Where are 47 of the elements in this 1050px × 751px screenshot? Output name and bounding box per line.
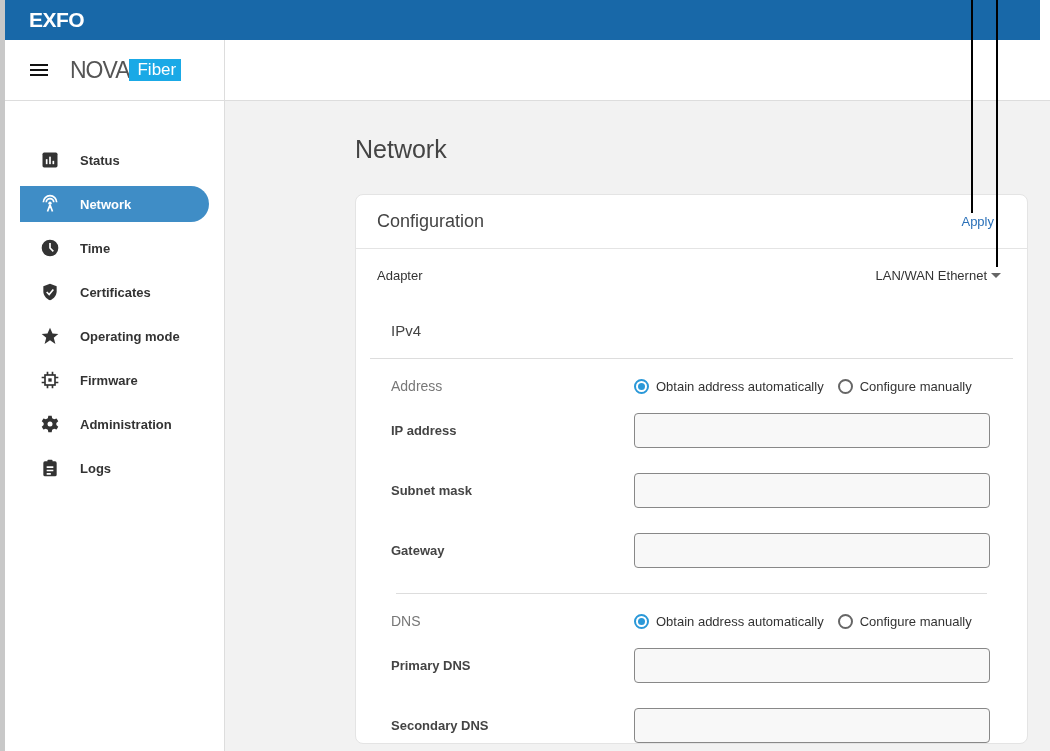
clock-icon (40, 238, 60, 258)
radio-button[interactable] (837, 378, 853, 394)
adapter-dropdown[interactable]: LAN/WAN Ethernet (875, 268, 1001, 283)
input-field[interactable] (634, 708, 990, 743)
settings-icon (40, 414, 60, 434)
chip-icon (40, 370, 60, 390)
apply-link[interactable]: Apply (961, 214, 994, 229)
caret-icon (991, 273, 1001, 278)
radio-option[interactable]: Configure manually (837, 378, 972, 394)
nav-item[interactable]: Administration (20, 406, 209, 442)
nav-item[interactable]: Certificates (20, 274, 209, 310)
antenna-icon (40, 194, 60, 214)
group-label: Address (391, 378, 444, 394)
page-title: Network (355, 134, 448, 165)
group-label: DNS (391, 613, 422, 629)
logo-badge: Fiber (129, 59, 182, 81)
adapter-label: Adapter (377, 268, 423, 283)
nav-item[interactable]: Time (20, 230, 209, 266)
nav-item[interactable]: Network (20, 186, 209, 222)
radio-option[interactable]: Configure manually (837, 613, 972, 629)
menu-icon[interactable] (30, 63, 48, 77)
nav-item[interactable]: Firmware (20, 362, 209, 398)
star-icon (40, 326, 60, 346)
nav-item[interactable]: Logs (20, 450, 209, 486)
radio-button[interactable] (634, 613, 649, 629)
shield-check-icon (40, 282, 60, 302)
radio-button[interactable] (837, 613, 853, 629)
input-field[interactable] (634, 473, 990, 508)
field-label: IP address (391, 423, 458, 438)
radio-option[interactable]: Obtain address automatically (634, 613, 824, 629)
field-label: Subnet mask (391, 483, 473, 498)
nav-item[interactable]: Operating mode (20, 318, 209, 354)
input-field[interactable] (634, 533, 990, 568)
field-label: Primary DNS (391, 658, 472, 673)
nav-item[interactable]: Status (20, 142, 209, 178)
radio-option[interactable]: Obtain address automatically (634, 378, 824, 394)
field-label: Secondary DNS (391, 718, 490, 733)
card-title: Configuration (377, 211, 485, 232)
clipboard-icon (40, 458, 60, 478)
input-field[interactable] (634, 413, 990, 448)
section-title: IPv4 (390, 320, 422, 341)
brand-logo: EXFO (29, 8, 85, 32)
logo-text: NOVA (70, 56, 130, 84)
input-field[interactable] (634, 648, 990, 683)
bar-chart-icon (40, 150, 60, 170)
field-label: Gateway (391, 543, 446, 558)
radio-button[interactable] (634, 378, 649, 394)
